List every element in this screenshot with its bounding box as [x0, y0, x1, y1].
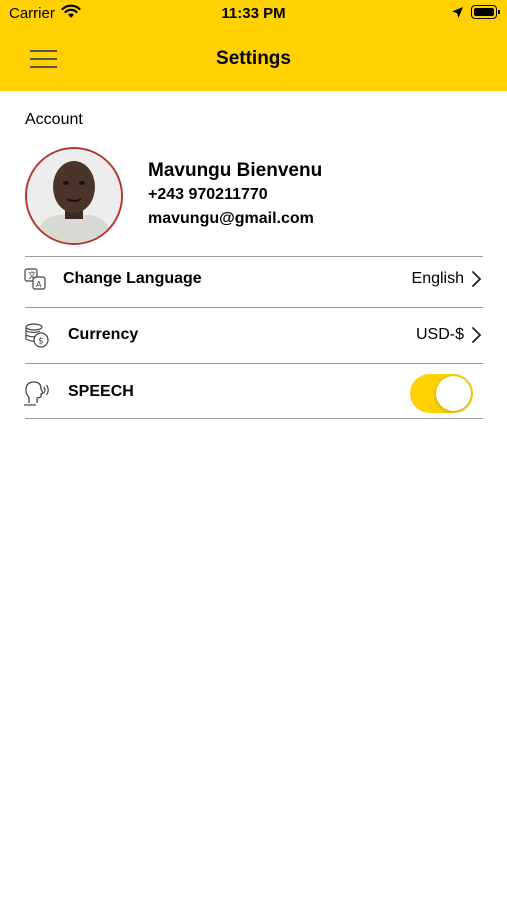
chevron-right-icon	[472, 271, 482, 287]
language-value: English	[411, 270, 464, 287]
user-name: Mavungu Bienvenu	[148, 160, 323, 181]
translate-icon: 文 A	[24, 268, 46, 290]
divider	[25, 307, 483, 308]
battery-icon	[471, 5, 500, 19]
app-header: Carrier 11:33 PM Settings	[0, 0, 507, 91]
page-title: Settings	[216, 48, 291, 69]
svg-text:文: 文	[28, 270, 36, 280]
svg-text:A: A	[36, 280, 42, 289]
speech-label: SPEECH	[68, 383, 134, 400]
chevron-right-icon	[472, 327, 482, 343]
toggle-knob	[436, 376, 471, 411]
divider	[25, 363, 483, 364]
location-arrow-icon	[452, 7, 463, 18]
currency-label: Currency	[68, 326, 139, 343]
speaking-head-icon	[24, 381, 49, 406]
divider	[25, 256, 483, 257]
avatar	[25, 147, 123, 245]
svg-text:$: $	[38, 337, 44, 347]
currency-value: USD-$	[415, 326, 464, 343]
status-bar: Carrier 11:33 PM	[0, 0, 507, 28]
change-language-label: Change Language	[63, 270, 202, 287]
user-phone: +243 970211770	[148, 186, 268, 203]
coins-icon: $	[25, 323, 49, 348]
speech-toggle[interactable]	[410, 374, 473, 413]
user-email: mavungu@gmail.com	[148, 210, 314, 227]
clock: 11:33 PM	[221, 5, 286, 22]
account-section-label: Account	[25, 111, 83, 128]
divider	[25, 418, 483, 419]
